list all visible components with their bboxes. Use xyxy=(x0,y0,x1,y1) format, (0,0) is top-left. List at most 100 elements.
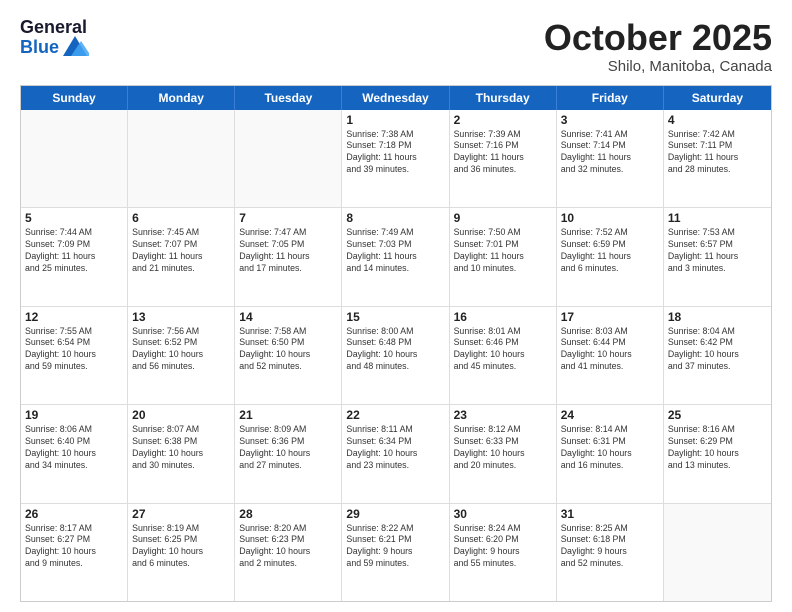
cal-day-4: 4Sunrise: 7:42 AM Sunset: 7:11 PM Daylig… xyxy=(664,110,771,207)
cal-day-29: 29 Sunrise: 8:22 AM Sunset: 6:21 PM Dayli… xyxy=(342,504,449,601)
day-info: Sunrise: 8:03 AM Sunset: 6:44 PM Dayligh… xyxy=(561,326,659,374)
day-number: 29 xyxy=(346,507,444,521)
day-number: 8 xyxy=(346,211,444,225)
cal-day-20: 20 Sunrise: 8:07 AM Sunset: 6:38 PM Dayli… xyxy=(128,405,235,502)
cal-week-5: 26 Sunrise: 8:17 AM Sunset: 6:27 PM Dayli… xyxy=(21,504,771,601)
cal-day-17: 17Sunrise: 8:03 AM Sunset: 6:44 PM Dayli… xyxy=(557,307,664,404)
cal-header-friday: Friday xyxy=(557,86,664,110)
cal-day-7: 7 Sunrise: 7:47 AM Sunset: 7:05 PM Daylig… xyxy=(235,208,342,305)
day-number: 16 xyxy=(454,310,552,324)
day-number: 10 xyxy=(561,211,659,225)
cal-week-1: 1Sunrise: 7:38 AM Sunset: 7:18 PM Daylig… xyxy=(21,110,771,208)
logo-blue-text: Blue xyxy=(20,38,59,56)
day-info: Sunrise: 7:58 AM Sunset: 6:50 PM Dayligh… xyxy=(239,326,337,374)
day-info: Sunrise: 8:20 AM Sunset: 6:23 PM Dayligh… xyxy=(239,523,337,571)
cal-empty-4-6 xyxy=(664,504,771,601)
page: General Blue October 2025 Shilo, Manitob… xyxy=(0,0,792,612)
day-info: Sunrise: 8:14 AM Sunset: 6:31 PM Dayligh… xyxy=(561,424,659,472)
cal-day-21: 21 Sunrise: 8:09 AM Sunset: 6:36 PM Dayli… xyxy=(235,405,342,502)
day-number: 11 xyxy=(668,211,767,225)
day-info: Sunrise: 8:04 AM Sunset: 6:42 PM Dayligh… xyxy=(668,326,767,374)
cal-empty-0-2 xyxy=(235,110,342,207)
cal-day-18: 18 Sunrise: 8:04 AM Sunset: 6:42 PM Dayli… xyxy=(664,307,771,404)
day-number: 5 xyxy=(25,211,123,225)
cal-empty-0-1 xyxy=(128,110,235,207)
day-number: 31 xyxy=(561,507,659,521)
day-info: Sunrise: 7:52 AM Sunset: 6:59 PM Dayligh… xyxy=(561,227,659,275)
day-number: 23 xyxy=(454,408,552,422)
day-number: 3 xyxy=(561,113,659,127)
cal-day-6: 6 Sunrise: 7:45 AM Sunset: 7:07 PM Daylig… xyxy=(128,208,235,305)
day-number: 20 xyxy=(132,408,230,422)
cal-day-24: 24 Sunrise: 8:14 AM Sunset: 6:31 PM Dayli… xyxy=(557,405,664,502)
day-number: 27 xyxy=(132,507,230,521)
day-number: 1 xyxy=(346,113,444,127)
cal-day-9: 9 Sunrise: 7:50 AM Sunset: 7:01 PM Daylig… xyxy=(450,208,557,305)
logo-general-text: General xyxy=(20,18,89,36)
day-info: Sunrise: 7:49 AM Sunset: 7:03 PM Dayligh… xyxy=(346,227,444,275)
cal-week-2: 5 Sunrise: 7:44 AM Sunset: 7:09 PM Daylig… xyxy=(21,208,771,306)
day-info: Sunrise: 8:16 AM Sunset: 6:29 PM Dayligh… xyxy=(668,424,767,472)
day-info: Sunrise: 7:45 AM Sunset: 7:07 PM Dayligh… xyxy=(132,227,230,275)
cal-header-wednesday: Wednesday xyxy=(342,86,449,110)
cal-day-31: 31 Sunrise: 8:25 AM Sunset: 6:18 PM Dayli… xyxy=(557,504,664,601)
day-info: Sunrise: 8:00 AM Sunset: 6:48 PM Dayligh… xyxy=(346,326,444,374)
cal-day-28: 28Sunrise: 8:20 AM Sunset: 6:23 PM Dayli… xyxy=(235,504,342,601)
cal-day-19: 19 Sunrise: 8:06 AM Sunset: 6:40 PM Dayli… xyxy=(21,405,128,502)
cal-day-15: 15Sunrise: 8:00 AM Sunset: 6:48 PM Dayli… xyxy=(342,307,449,404)
logo-blue-line: Blue xyxy=(20,36,89,58)
cal-header-tuesday: Tuesday xyxy=(235,86,342,110)
day-info: Sunrise: 8:01 AM Sunset: 6:46 PM Dayligh… xyxy=(454,326,552,374)
day-number: 21 xyxy=(239,408,337,422)
header: General Blue October 2025 Shilo, Manitob… xyxy=(20,18,772,75)
cal-header-thursday: Thursday xyxy=(450,86,557,110)
cal-day-27: 27Sunrise: 8:19 AM Sunset: 6:25 PM Dayli… xyxy=(128,504,235,601)
cal-day-3: 3Sunrise: 7:41 AM Sunset: 7:14 PM Daylig… xyxy=(557,110,664,207)
day-info: Sunrise: 7:55 AM Sunset: 6:54 PM Dayligh… xyxy=(25,326,123,374)
day-info: Sunrise: 7:50 AM Sunset: 7:01 PM Dayligh… xyxy=(454,227,552,275)
day-number: 25 xyxy=(668,408,767,422)
day-number: 14 xyxy=(239,310,337,324)
cal-day-16: 16 Sunrise: 8:01 AM Sunset: 6:46 PM Dayli… xyxy=(450,307,557,404)
day-number: 26 xyxy=(25,507,123,521)
cal-day-1: 1Sunrise: 7:38 AM Sunset: 7:18 PM Daylig… xyxy=(342,110,449,207)
cal-day-2: 2 Sunrise: 7:39 AM Sunset: 7:16 PM Daylig… xyxy=(450,110,557,207)
day-number: 2 xyxy=(454,113,552,127)
calendar-title: October 2025 xyxy=(544,18,772,58)
cal-week-3: 12Sunrise: 7:55 AM Sunset: 6:54 PM Dayli… xyxy=(21,307,771,405)
cal-day-10: 10 Sunrise: 7:52 AM Sunset: 6:59 PM Dayli… xyxy=(557,208,664,305)
day-info: Sunrise: 8:11 AM Sunset: 6:34 PM Dayligh… xyxy=(346,424,444,472)
day-info: Sunrise: 8:22 AM Sunset: 6:21 PM Dayligh… xyxy=(346,523,444,571)
day-info: Sunrise: 7:56 AM Sunset: 6:52 PM Dayligh… xyxy=(132,326,230,374)
day-info: Sunrise: 8:25 AM Sunset: 6:18 PM Dayligh… xyxy=(561,523,659,571)
day-number: 4 xyxy=(668,113,767,127)
cal-day-30: 30 Sunrise: 8:24 AM Sunset: 6:20 PM Dayli… xyxy=(450,504,557,601)
day-info: Sunrise: 8:06 AM Sunset: 6:40 PM Dayligh… xyxy=(25,424,123,472)
cal-header-monday: Monday xyxy=(128,86,235,110)
day-info: Sunrise: 8:09 AM Sunset: 6:36 PM Dayligh… xyxy=(239,424,337,472)
calendar-header-row: SundayMondayTuesdayWednesdayThursdayFrid… xyxy=(21,86,771,110)
day-number: 18 xyxy=(668,310,767,324)
calendar-subtitle: Shilo, Manitoba, Canada xyxy=(544,58,772,75)
title-block: October 2025 Shilo, Manitoba, Canada xyxy=(544,18,772,75)
day-number: 19 xyxy=(25,408,123,422)
calendar: SundayMondayTuesdayWednesdayThursdayFrid… xyxy=(20,85,772,602)
logo-words: General Blue xyxy=(20,18,89,58)
day-number: 30 xyxy=(454,507,552,521)
cal-day-12: 12Sunrise: 7:55 AM Sunset: 6:54 PM Dayli… xyxy=(21,307,128,404)
day-info: Sunrise: 8:17 AM Sunset: 6:27 PM Dayligh… xyxy=(25,523,123,571)
day-info: Sunrise: 7:39 AM Sunset: 7:16 PM Dayligh… xyxy=(454,129,552,177)
day-info: Sunrise: 8:07 AM Sunset: 6:38 PM Dayligh… xyxy=(132,424,230,472)
cal-day-26: 26 Sunrise: 8:17 AM Sunset: 6:27 PM Dayli… xyxy=(21,504,128,601)
day-number: 9 xyxy=(454,211,552,225)
day-number: 6 xyxy=(132,211,230,225)
day-info: Sunrise: 7:47 AM Sunset: 7:05 PM Dayligh… xyxy=(239,227,337,275)
day-number: 24 xyxy=(561,408,659,422)
cal-day-11: 11Sunrise: 7:53 AM Sunset: 6:57 PM Dayli… xyxy=(664,208,771,305)
day-info: Sunrise: 8:24 AM Sunset: 6:20 PM Dayligh… xyxy=(454,523,552,571)
day-info: Sunrise: 7:44 AM Sunset: 7:09 PM Dayligh… xyxy=(25,227,123,275)
cal-header-sunday: Sunday xyxy=(21,86,128,110)
day-number: 7 xyxy=(239,211,337,225)
day-number: 13 xyxy=(132,310,230,324)
logo: General Blue xyxy=(20,18,89,58)
